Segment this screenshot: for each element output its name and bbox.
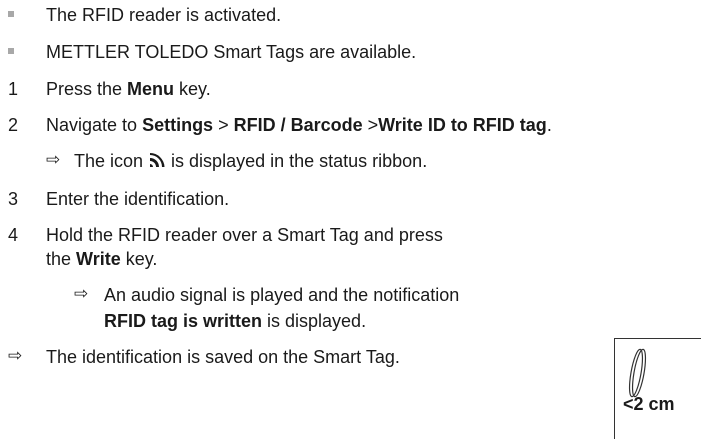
smart-tag-figure <box>614 338 701 439</box>
result-pre: The icon <box>74 151 149 171</box>
step-4-pre: the <box>46 249 77 269</box>
step-number: 4 <box>8 225 19 245</box>
step-2-result: The icon is displayed in the status ribb… <box>74 150 427 172</box>
result-arrow-icon: ⇨ <box>8 346 23 365</box>
step-4-result-line-1: An audio signal is played and the notifi… <box>104 285 460 305</box>
bullet-icon <box>8 48 14 54</box>
step-number: 3 <box>8 189 19 209</box>
rfid-written-label: RFID tag is written <box>104 311 263 331</box>
separator: > <box>213 115 234 135</box>
step-4-line-1: Hold the RFID reader over a Smart Tag an… <box>46 225 443 245</box>
prerequisite-1: The RFID reader is activated. <box>46 5 282 25</box>
result-post: is displayed. <box>262 311 367 331</box>
result-arrow-icon: ⇨ <box>74 284 89 303</box>
result-post: is displayed in the status ribbon. <box>166 151 428 171</box>
step-number: 2 <box>8 115 19 135</box>
settings-label: Settings <box>142 115 214 135</box>
write-key-label: Write <box>76 249 121 269</box>
step-3-text: Enter the identification. <box>46 189 230 209</box>
step-4-line-2: the Write key. <box>46 248 157 270</box>
step-4-post: key. <box>120 249 158 269</box>
menu-key-label: Menu <box>127 79 175 99</box>
rfid-barcode-label: RFID / Barcode <box>233 115 363 135</box>
step-2-post: . <box>546 115 552 135</box>
step-1-post: key. <box>174 79 211 99</box>
step-4-result-line-2: RFID tag is written is displayed. <box>104 310 366 332</box>
bullet-icon <box>8 11 14 17</box>
final-result: The identification is saved on the Smart… <box>46 347 400 367</box>
distance-label: <2 cm <box>623 394 675 414</box>
result-arrow-icon: ⇨ <box>46 150 61 169</box>
separator: > <box>362 115 379 135</box>
step-1-pre: Press the <box>46 79 128 99</box>
write-id-label: Write ID to RFID tag <box>378 115 547 135</box>
step-number: 1 <box>8 79 19 99</box>
step-2-text: Navigate to Settings > RFID / Barcode >W… <box>46 114 552 136</box>
prerequisite-2: METTLER TOLEDO Smart Tags are available. <box>46 42 417 62</box>
step-1-text: Press the Menu key. <box>46 78 211 100</box>
rfid-icon <box>150 153 165 167</box>
step-2-pre: Navigate to <box>46 115 143 135</box>
